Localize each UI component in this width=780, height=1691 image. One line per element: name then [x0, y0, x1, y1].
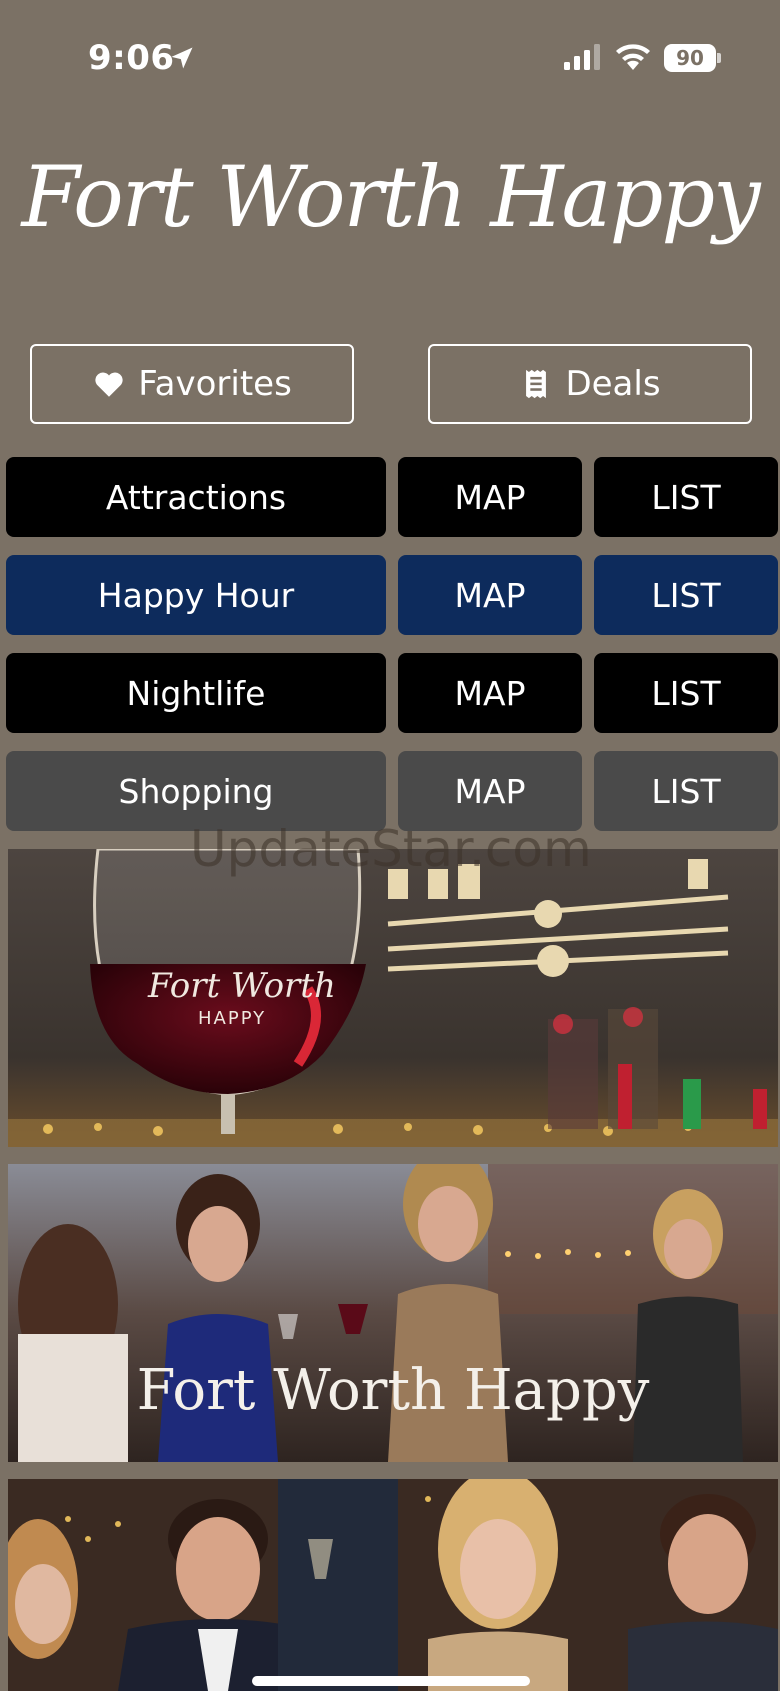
- wine-glass-image: Fort Worth HAPPY: [8, 849, 778, 1147]
- shopping-map-button[interactable]: MAP: [398, 751, 582, 831]
- status-time: 9:06: [88, 38, 175, 78]
- nightlife-list-button[interactable]: LIST: [594, 653, 778, 733]
- promo-banner-friends[interactable]: Fort Worth Happy: [8, 1164, 778, 1462]
- battery-indicator: 90: [664, 44, 716, 72]
- favorites-button[interactable]: Favorites: [30, 344, 354, 424]
- happy-hour-map-button[interactable]: MAP: [398, 555, 582, 635]
- cellular-signal-icon: [564, 44, 600, 70]
- banner-wine-text: Fort Worth: [147, 966, 336, 1006]
- nightlife-map-button[interactable]: MAP: [398, 653, 582, 733]
- wifi-icon: [616, 44, 650, 70]
- banner-wine-subtext: HAPPY: [198, 1008, 266, 1029]
- attractions-map-button[interactable]: MAP: [398, 457, 582, 537]
- friends-drinking-image: Fort Worth Happy: [8, 1164, 778, 1462]
- home-indicator[interactable]: [252, 1676, 530, 1686]
- status-bar: 9:06 90: [0, 0, 780, 120]
- happy-hour-button[interactable]: Happy Hour: [6, 555, 386, 635]
- app-title: Fort Worth Happy: [21, 148, 760, 246]
- shopping-list-button[interactable]: LIST: [594, 751, 778, 831]
- heart-icon: [95, 372, 123, 397]
- nightlife-button[interactable]: Nightlife: [6, 653, 386, 733]
- deals-button[interactable]: Deals: [428, 344, 752, 424]
- promo-banner-group[interactable]: [8, 1479, 778, 1691]
- banner-friends-text: Fort Worth Happy: [137, 1358, 650, 1423]
- favorites-label: Favorites: [138, 364, 292, 404]
- promo-banner-wine[interactable]: Fort Worth HAPPY: [8, 849, 778, 1147]
- shopping-button[interactable]: Shopping: [6, 751, 386, 831]
- watermark-text: UpdateStar.com: [190, 820, 592, 878]
- receipt-icon: [526, 369, 547, 399]
- smiling-group-image: [8, 1479, 778, 1691]
- deals-label: Deals: [565, 364, 661, 404]
- happy-hour-list-button[interactable]: LIST: [594, 555, 778, 635]
- location-arrow-icon: [171, 47, 193, 69]
- battery-tip: [717, 53, 721, 63]
- attractions-list-button[interactable]: LIST: [594, 457, 778, 537]
- attractions-button[interactable]: Attractions: [6, 457, 386, 537]
